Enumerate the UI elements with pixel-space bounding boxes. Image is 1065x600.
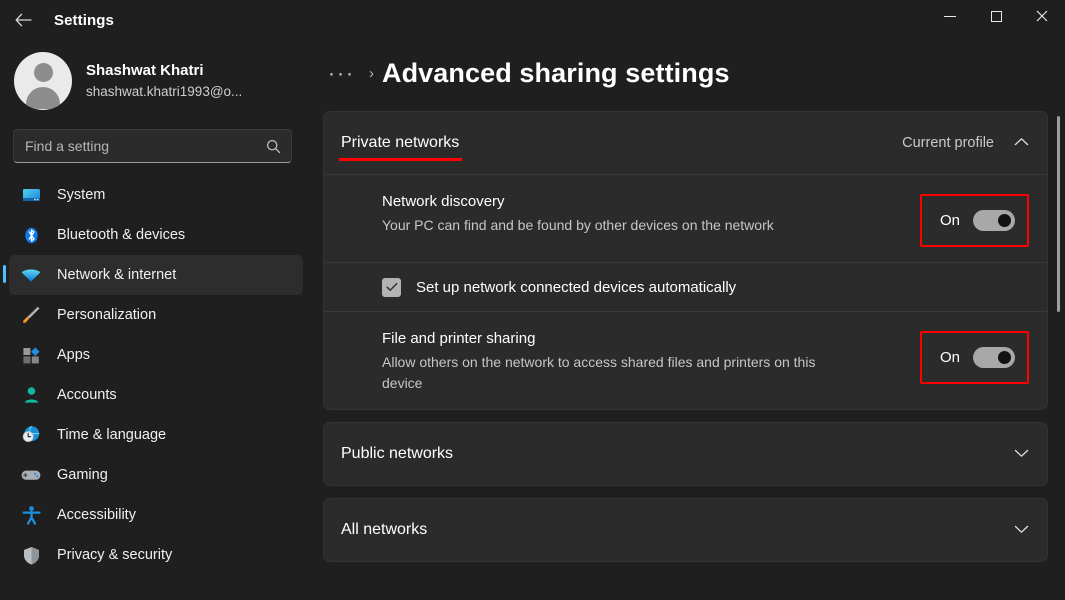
toggle-knob <box>998 351 1011 364</box>
maximize-button[interactable] <box>973 0 1019 32</box>
section-header[interactable]: Private networks Current profile <box>324 112 1047 174</box>
back-arrow-icon <box>15 13 32 27</box>
sections-list: Private networks Current profile <box>323 111 1048 562</box>
section-subtitle: Current profile <box>902 135 994 151</box>
app-title: Settings <box>54 12 114 29</box>
sidebar-item-personalization[interactable]: Personalization <box>9 295 303 335</box>
section-private-networks: Private networks Current profile <box>323 111 1048 410</box>
title-bar: Settings <box>0 0 1065 40</box>
sidebar-item-privacy-security[interactable]: Privacy & security <box>9 535 303 575</box>
section-header-right: Current profile <box>902 134 1029 152</box>
breadcrumb: ··· › Advanced sharing settings <box>312 40 1065 89</box>
toggle-state-label: On <box>940 212 960 229</box>
sidebar-item-label: Time & language <box>57 427 166 443</box>
sidebar-item-label: Bluetooth & devices <box>57 227 185 243</box>
bluetooth-icon <box>19 223 43 247</box>
apps-icon <box>19 343 43 367</box>
sidebar-item-label: Accounts <box>57 387 117 403</box>
setting-description: Your PC can find and be found by other d… <box>382 215 837 236</box>
person-icon <box>19 383 43 407</box>
scrollbar-thumb[interactable] <box>1057 116 1060 312</box>
search-input[interactable] <box>14 130 291 162</box>
setting-row-file-printer-sharing: File and printer sharing Allow others on… <box>324 312 1047 409</box>
sidebar-item-label: Apps <box>57 347 90 363</box>
search-box[interactable] <box>13 129 292 163</box>
auto-setup-checkbox[interactable] <box>382 278 401 297</box>
window-controls <box>927 0 1065 40</box>
page-title: Advanced sharing settings <box>382 58 730 89</box>
section-all-networks: All networks <box>323 498 1048 562</box>
section-public-networks: Public networks <box>323 422 1048 486</box>
section-title: All networks <box>341 521 427 539</box>
paintbrush-icon <box>19 303 43 327</box>
minimize-icon <box>944 16 956 17</box>
sidebar-item-label: System <box>57 187 105 203</box>
annotation-box-network-discovery: On <box>920 194 1029 247</box>
chevron-down-icon[interactable] <box>1014 445 1029 463</box>
sidebar-item-label: Privacy & security <box>57 547 172 563</box>
accessibility-icon <box>19 503 43 527</box>
setting-row-network-discovery: Network discovery Your PC can find and b… <box>324 175 1047 262</box>
annotation-box-file-printer-sharing: On <box>920 331 1029 384</box>
wifi-icon <box>19 263 43 287</box>
network-discovery-toggle[interactable] <box>973 210 1015 231</box>
setting-description: Allow others on the network to access sh… <box>382 352 837 394</box>
back-button[interactable] <box>6 5 40 35</box>
section-title: Public networks <box>341 445 453 463</box>
chevron-down-icon[interactable] <box>1014 521 1029 539</box>
toggle-knob <box>998 214 1011 227</box>
breadcrumb-separator: › <box>369 65 374 82</box>
sidebar-item-apps[interactable]: Apps <box>9 335 303 375</box>
main-content: ··· › Advanced sharing settings Private … <box>312 40 1065 600</box>
chevron-up-icon[interactable] <box>1014 134 1029 152</box>
sidebar-item-label: Gaming <box>57 467 108 483</box>
setting-title: Network discovery <box>382 191 920 212</box>
section-header[interactable]: Public networks <box>324 423 1047 485</box>
sidebar-item-network-internet[interactable]: Network & internet <box>9 255 303 295</box>
clock-globe-icon <box>19 423 43 447</box>
breadcrumb-overflow-button[interactable]: ··· <box>324 64 359 84</box>
sidebar-item-accessibility[interactable]: Accessibility <box>9 495 303 535</box>
settings-window: Settings Shashwat Khatri shash <box>0 0 1065 600</box>
shield-icon <box>19 543 43 567</box>
gamepad-icon <box>19 463 43 487</box>
account-card[interactable]: Shashwat Khatri shashwat.khatri1993@o... <box>0 40 312 110</box>
checkbox-label: Set up network connected devices automat… <box>416 279 736 296</box>
account-text: Shashwat Khatri shashwat.khatri1993@o... <box>86 61 242 101</box>
user-avatar-icon <box>14 52 72 110</box>
minimize-button[interactable] <box>927 0 973 32</box>
section-header[interactable]: All networks <box>324 499 1047 561</box>
close-button[interactable] <box>1019 0 1065 32</box>
section-header-right <box>1014 521 1029 539</box>
section-title: Private networks <box>341 134 459 152</box>
sidebar-item-gaming[interactable]: Gaming <box>9 455 303 495</box>
setting-text: File and printer sharing Allow others on… <box>382 327 920 394</box>
sidebar-item-system[interactable]: System <box>9 175 303 215</box>
sidebar-item-time-language[interactable]: Time & language <box>9 415 303 455</box>
account-name: Shashwat Khatri <box>86 61 242 81</box>
sidebar-item-bluetooth-devices[interactable]: Bluetooth & devices <box>9 215 303 255</box>
setting-title: File and printer sharing <box>382 328 920 349</box>
file-printer-sharing-toggle[interactable] <box>973 347 1015 368</box>
sidebar-item-label: Personalization <box>57 307 156 323</box>
maximize-icon <box>991 11 1002 22</box>
account-email: shashwat.khatri1993@o... <box>86 82 242 101</box>
sidebar: Shashwat Khatri shashwat.khatri1993@o... <box>0 40 312 600</box>
navigation-list: System Bluetooth & devices <box>0 175 312 575</box>
checkmark-icon <box>386 282 398 292</box>
setting-row-auto-setup: Set up network connected devices automat… <box>324 263 1047 311</box>
setting-text: Network discovery Your PC can find and b… <box>382 190 920 236</box>
scrollbar[interactable] <box>1051 114 1065 600</box>
sidebar-item-accounts[interactable]: Accounts <box>9 375 303 415</box>
section-header-right <box>1014 445 1029 463</box>
close-icon <box>1036 10 1048 22</box>
toggle-state-label: On <box>940 349 960 366</box>
monitor-icon <box>19 183 43 207</box>
sidebar-item-label: Network & internet <box>57 267 176 283</box>
sidebar-item-label: Accessibility <box>57 507 136 523</box>
